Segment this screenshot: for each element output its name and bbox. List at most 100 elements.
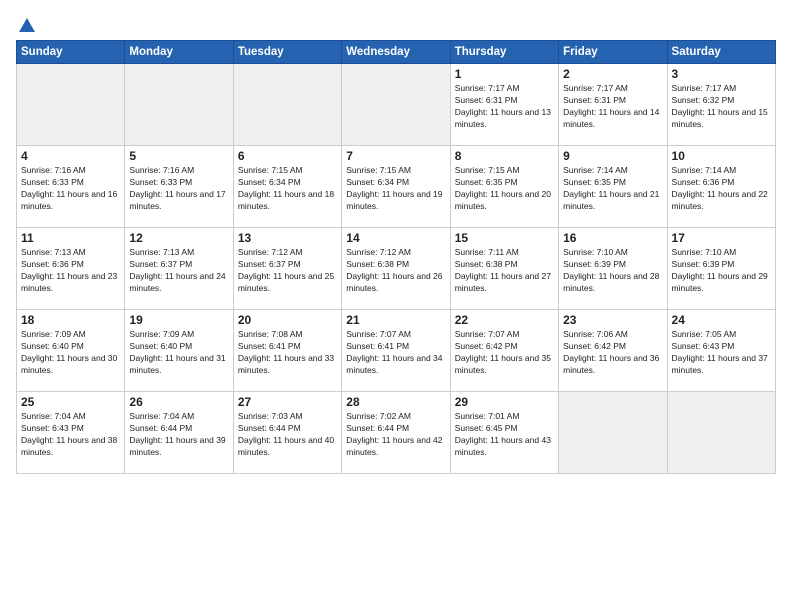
day-number: 16 xyxy=(563,231,662,245)
day-number: 14 xyxy=(346,231,445,245)
logo-icon xyxy=(18,16,36,34)
day-info: Sunrise: 7:17 AM Sunset: 6:31 PM Dayligh… xyxy=(563,83,662,131)
day-cell: 9 Sunrise: 7:14 AM Sunset: 6:35 PM Daylig… xyxy=(559,146,667,228)
day-number: 28 xyxy=(346,395,445,409)
day-number: 10 xyxy=(672,149,771,163)
col-header-thursday: Thursday xyxy=(450,41,558,64)
day-cell: 6 Sunrise: 7:15 AM Sunset: 6:34 PM Daylig… xyxy=(233,146,341,228)
day-number: 11 xyxy=(21,231,120,245)
day-info: Sunrise: 7:02 AM Sunset: 6:44 PM Dayligh… xyxy=(346,411,445,459)
day-info: Sunrise: 7:04 AM Sunset: 6:44 PM Dayligh… xyxy=(129,411,228,459)
day-info: Sunrise: 7:06 AM Sunset: 6:42 PM Dayligh… xyxy=(563,329,662,377)
week-row-5: 25 Sunrise: 7:04 AM Sunset: 6:43 PM Dayli… xyxy=(17,392,776,474)
day-info: Sunrise: 7:04 AM Sunset: 6:43 PM Dayligh… xyxy=(21,411,120,459)
day-number: 9 xyxy=(563,149,662,163)
day-info: Sunrise: 7:13 AM Sunset: 6:37 PM Dayligh… xyxy=(129,247,228,295)
week-row-3: 11 Sunrise: 7:13 AM Sunset: 6:36 PM Dayli… xyxy=(17,228,776,310)
day-info: Sunrise: 7:08 AM Sunset: 6:41 PM Dayligh… xyxy=(238,329,337,377)
day-cell: 27 Sunrise: 7:03 AM Sunset: 6:44 PM Dayli… xyxy=(233,392,341,474)
day-number: 23 xyxy=(563,313,662,327)
day-cell: 18 Sunrise: 7:09 AM Sunset: 6:40 PM Dayli… xyxy=(17,310,125,392)
header-row: SundayMondayTuesdayWednesdayThursdayFrid… xyxy=(17,41,776,64)
day-info: Sunrise: 7:01 AM Sunset: 6:45 PM Dayligh… xyxy=(455,411,554,459)
day-cell: 13 Sunrise: 7:12 AM Sunset: 6:37 PM Dayli… xyxy=(233,228,341,310)
day-info: Sunrise: 7:16 AM Sunset: 6:33 PM Dayligh… xyxy=(129,165,228,213)
day-number: 22 xyxy=(455,313,554,327)
day-cell: 16 Sunrise: 7:10 AM Sunset: 6:39 PM Dayli… xyxy=(559,228,667,310)
col-header-friday: Friday xyxy=(559,41,667,64)
day-cell: 2 Sunrise: 7:17 AM Sunset: 6:31 PM Daylig… xyxy=(559,64,667,146)
day-info: Sunrise: 7:09 AM Sunset: 6:40 PM Dayligh… xyxy=(21,329,120,377)
day-cell: 20Sunrise: 7:08 AM Sunset: 6:41 PM Dayli… xyxy=(233,310,341,392)
day-number: 29 xyxy=(455,395,554,409)
day-info: Sunrise: 7:09 AM Sunset: 6:40 PM Dayligh… xyxy=(129,329,228,377)
day-cell: 4 Sunrise: 7:16 AM Sunset: 6:33 PM Daylig… xyxy=(17,146,125,228)
day-cell: 28 Sunrise: 7:02 AM Sunset: 6:44 PM Dayli… xyxy=(342,392,450,474)
day-number: 4 xyxy=(21,149,120,163)
day-number: 25 xyxy=(21,395,120,409)
day-cell: 21 Sunrise: 7:07 AM Sunset: 6:41 PM Dayli… xyxy=(342,310,450,392)
day-cell: 26 Sunrise: 7:04 AM Sunset: 6:44 PM Dayli… xyxy=(125,392,233,474)
week-row-1: 1 Sunrise: 7:17 AM Sunset: 6:31 PM Daylig… xyxy=(17,64,776,146)
day-cell: 8 Sunrise: 7:15 AM Sunset: 6:35 PM Daylig… xyxy=(450,146,558,228)
day-number: 7 xyxy=(346,149,445,163)
logo xyxy=(16,16,36,30)
day-info: Sunrise: 7:12 AM Sunset: 6:38 PM Dayligh… xyxy=(346,247,445,295)
day-number: 6 xyxy=(238,149,337,163)
col-header-wednesday: Wednesday xyxy=(342,41,450,64)
day-number: 18 xyxy=(21,313,120,327)
day-info: Sunrise: 7:11 AM Sunset: 6:38 PM Dayligh… xyxy=(455,247,554,295)
day-info: Sunrise: 7:07 AM Sunset: 6:42 PM Dayligh… xyxy=(455,329,554,377)
col-header-tuesday: Tuesday xyxy=(233,41,341,64)
day-number: 12 xyxy=(129,231,228,245)
day-info: Sunrise: 7:14 AM Sunset: 6:35 PM Dayligh… xyxy=(563,165,662,213)
day-cell xyxy=(667,392,775,474)
week-row-2: 4 Sunrise: 7:16 AM Sunset: 6:33 PM Daylig… xyxy=(17,146,776,228)
calendar-table: SundayMondayTuesdayWednesdayThursdayFrid… xyxy=(16,40,776,474)
day-number: 27 xyxy=(238,395,337,409)
day-info: Sunrise: 7:14 AM Sunset: 6:36 PM Dayligh… xyxy=(672,165,771,213)
day-info: Sunrise: 7:05 AM Sunset: 6:43 PM Dayligh… xyxy=(672,329,771,377)
day-info: Sunrise: 7:15 AM Sunset: 6:34 PM Dayligh… xyxy=(238,165,337,213)
day-cell xyxy=(17,64,125,146)
day-cell: 5Sunrise: 7:16 AM Sunset: 6:33 PM Daylig… xyxy=(125,146,233,228)
week-row-4: 18 Sunrise: 7:09 AM Sunset: 6:40 PM Dayli… xyxy=(17,310,776,392)
day-info: Sunrise: 7:16 AM Sunset: 6:33 PM Dayligh… xyxy=(21,165,120,213)
day-cell xyxy=(559,392,667,474)
day-number: 13 xyxy=(238,231,337,245)
day-info: Sunrise: 7:03 AM Sunset: 6:44 PM Dayligh… xyxy=(238,411,337,459)
day-cell: 24 Sunrise: 7:05 AM Sunset: 6:43 PM Dayli… xyxy=(667,310,775,392)
day-number: 15 xyxy=(455,231,554,245)
day-info: Sunrise: 7:17 AM Sunset: 6:32 PM Dayligh… xyxy=(672,83,771,131)
day-info: Sunrise: 7:15 AM Sunset: 6:35 PM Dayligh… xyxy=(455,165,554,213)
day-cell xyxy=(125,64,233,146)
day-number: 17 xyxy=(672,231,771,245)
day-number: 2 xyxy=(563,67,662,81)
col-header-saturday: Saturday xyxy=(667,41,775,64)
day-cell xyxy=(342,64,450,146)
day-number: 3 xyxy=(672,67,771,81)
day-number: 24 xyxy=(672,313,771,327)
day-info: Sunrise: 7:10 AM Sunset: 6:39 PM Dayligh… xyxy=(563,247,662,295)
col-header-monday: Monday xyxy=(125,41,233,64)
day-number: 26 xyxy=(129,395,228,409)
calendar-page: SundayMondayTuesdayWednesdayThursdayFrid… xyxy=(0,0,792,612)
day-cell: 15 Sunrise: 7:11 AM Sunset: 6:38 PM Dayli… xyxy=(450,228,558,310)
day-info: Sunrise: 7:07 AM Sunset: 6:41 PM Dayligh… xyxy=(346,329,445,377)
day-number: 21 xyxy=(346,313,445,327)
day-number: 1 xyxy=(455,67,554,81)
day-cell: 22 Sunrise: 7:07 AM Sunset: 6:42 PM Dayli… xyxy=(450,310,558,392)
day-number: 19 xyxy=(129,313,228,327)
day-cell: 19 Sunrise: 7:09 AM Sunset: 6:40 PM Dayli… xyxy=(125,310,233,392)
day-info: Sunrise: 7:17 AM Sunset: 6:31 PM Dayligh… xyxy=(455,83,554,131)
day-cell: 23 Sunrise: 7:06 AM Sunset: 6:42 PM Dayli… xyxy=(559,310,667,392)
day-cell: 14 Sunrise: 7:12 AM Sunset: 6:38 PM Dayli… xyxy=(342,228,450,310)
day-cell xyxy=(233,64,341,146)
day-cell: 12 Sunrise: 7:13 AM Sunset: 6:37 PM Dayli… xyxy=(125,228,233,310)
day-cell: 17Sunrise: 7:10 AM Sunset: 6:39 PM Dayli… xyxy=(667,228,775,310)
day-cell: 25 Sunrise: 7:04 AM Sunset: 6:43 PM Dayli… xyxy=(17,392,125,474)
day-number: 8 xyxy=(455,149,554,163)
day-info: Sunrise: 7:12 AM Sunset: 6:37 PM Dayligh… xyxy=(238,247,337,295)
day-info: Sunrise: 7:13 AM Sunset: 6:36 PM Dayligh… xyxy=(21,247,120,295)
header xyxy=(16,16,776,30)
